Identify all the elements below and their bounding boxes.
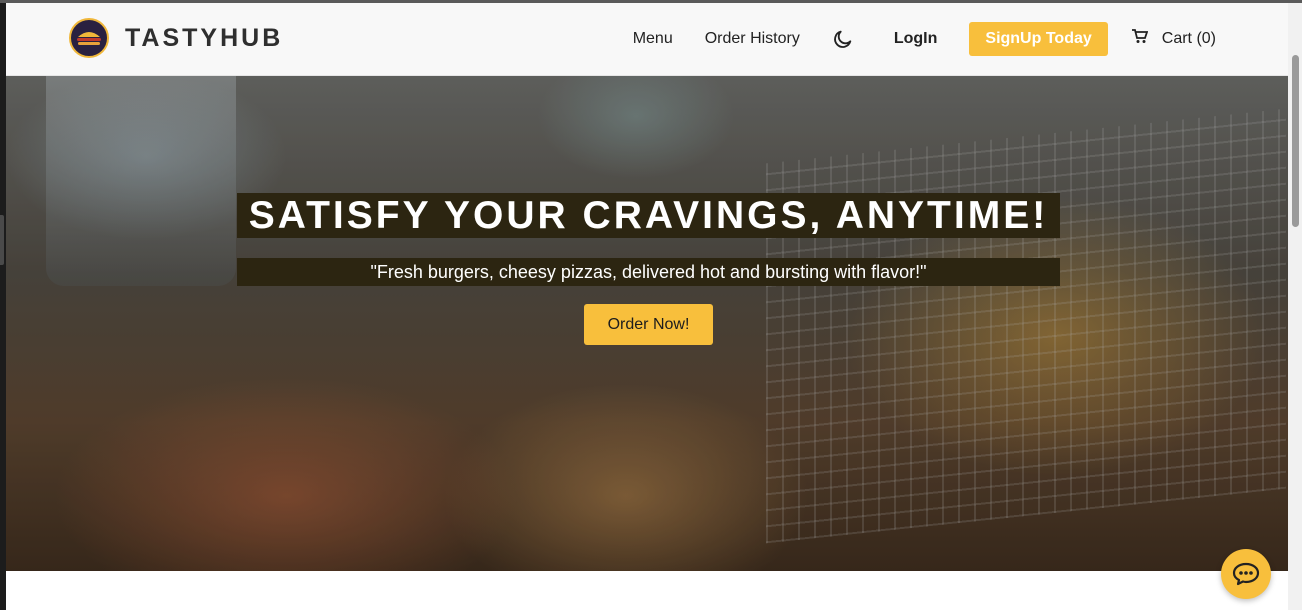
- moon-icon[interactable]: [832, 28, 854, 50]
- nav-menu-link[interactable]: Menu: [633, 30, 673, 48]
- signup-button[interactable]: SignUp Today: [969, 22, 1108, 56]
- login-link[interactable]: LogIn: [894, 30, 938, 48]
- left-edge-handle: [0, 215, 4, 265]
- brand[interactable]: TASTYHUB: [69, 18, 283, 58]
- nav-order-history-link[interactable]: Order History: [705, 30, 800, 48]
- cart-link[interactable]: Cart (0): [1131, 29, 1216, 49]
- cart-label: Cart (0): [1161, 30, 1216, 47]
- cart-icon: [1131, 29, 1149, 49]
- brand-name[interactable]: TASTYHUB: [125, 24, 283, 53]
- page: TASTYHUB Menu Order History LogIn SignUp…: [6, 3, 1288, 610]
- hero-subtitle: "Fresh burgers, cheesy pizzas, delivered…: [237, 258, 1060, 286]
- hero-title: SATISFY YOUR CRAVINGS, ANYTIME!: [237, 193, 1060, 238]
- hero-banner: SATISFY YOUR CRAVINGS, ANYTIME! "Fresh b…: [6, 76, 1288, 571]
- nav-links: Menu Order History LogIn SignUp Today Ca…: [633, 3, 1216, 75]
- navbar: TASTYHUB Menu Order History LogIn SignUp…: [6, 3, 1288, 76]
- order-now-button[interactable]: Order Now!: [584, 304, 713, 345]
- burger-logo-icon[interactable]: [69, 18, 109, 58]
- chat-bubble-icon[interactable]: [1221, 549, 1271, 599]
- scrollbar-thumb[interactable]: [1292, 55, 1299, 227]
- page-scrollbar[interactable]: [1288, 3, 1302, 610]
